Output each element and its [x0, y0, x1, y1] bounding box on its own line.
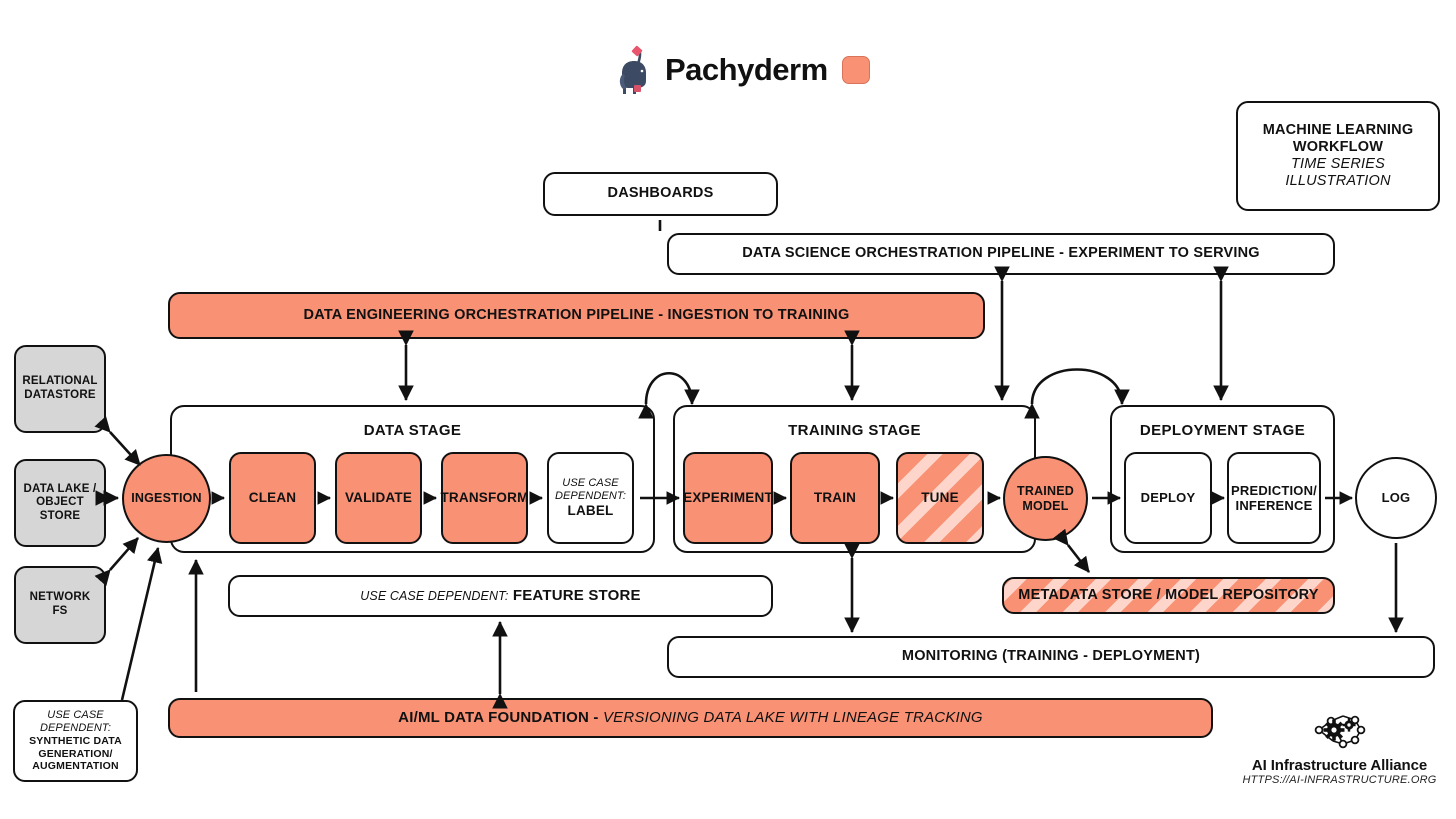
network-fs-label: NETWORK FS [29, 591, 91, 617]
data-lake-line-3: STORE [39, 509, 81, 522]
stage-node-transform[interactable]: TRANSFORM [440, 452, 529, 544]
dashboards-label: DASHBOARDS [607, 185, 714, 202]
aia-url[interactable]: HTTPS://AI-INFRASTRUCTURE.ORG [1232, 774, 1447, 786]
brand-color-chip [841, 56, 870, 84]
log-circle[interactable]: LOG [1355, 457, 1437, 539]
trained-model-line-2: MODEL [1022, 498, 1069, 513]
relational-datastore-line-2: DATASTORE [24, 389, 96, 401]
ingestion-circle[interactable]: INGESTION [122, 454, 211, 543]
foundation-italic: VERSIONING DATA LAKE WITH LINEAGE TRACKI… [602, 709, 983, 727]
prediction-line-2: INFERENCE [1235, 498, 1313, 513]
diagram-canvas: Pachyderm MACHINE LEARNING WORKFLOW TIME… [0, 0, 1456, 819]
data-science-orchestration-pipeline[interactable]: DATA SCIENCE ORCHESTRATION PIPELINE - EX… [667, 233, 1335, 275]
data-lake-line-2: OBJECT [36, 496, 84, 509]
stage-node-train[interactable]: TRAIN [790, 452, 880, 544]
dashboards-box[interactable]: DASHBOARDS [543, 172, 778, 216]
synthetic-prefix-line-1: USE CASE [47, 709, 104, 722]
arrow-relational-ingestion [94, 415, 141, 466]
validate-label: VALIDATE [344, 490, 413, 506]
source-relational-datastore[interactable]: RELATIONAL DATASTORE [14, 345, 106, 433]
title-line-2: WORKFLOW [1292, 138, 1384, 155]
elephant-icon [619, 45, 646, 94]
transform-label: TRANSFORM [440, 490, 529, 506]
source-network-fs[interactable]: NETWORK FS [14, 566, 106, 644]
arrow-networkfs-ingestion [94, 537, 139, 587]
data-foundation-bar[interactable]: AI/ML DATA FOUNDATION - VERSIONING DATA … [168, 698, 1213, 738]
synthetic-line-3: AUGMENTATION [32, 760, 119, 773]
synthetic-data-box[interactable]: USE CASE DEPENDENT: SYNTHETIC DATA GENER… [13, 700, 138, 782]
stage-node-tune[interactable]: TUNE [896, 452, 984, 544]
synthetic-line-1: SYNTHETIC DATA [29, 735, 122, 748]
trained-model-line-1: TRAINED [1017, 483, 1074, 498]
data-science-pipeline-label: DATA SCIENCE ORCHESTRATION PIPELINE - EX… [742, 245, 1260, 262]
feature-store-box[interactable]: USE CASE DEPENDENT: FEATURE STORE [228, 575, 773, 617]
metadata-store-box[interactable]: METADATA STORE / MODEL REPOSITORY [1002, 577, 1335, 614]
data-engineering-pipeline-label: DATA ENGINEERING ORCHESTRATION PIPELINE … [303, 306, 850, 323]
loop-arrow-data-training [638, 371, 700, 419]
synthetic-line-2: GENERATION/ [38, 747, 113, 760]
arrow-synthetic-ingestion [120, 546, 163, 701]
training-stage-title: TRAINING STAGE [788, 422, 921, 439]
relational-datastore-line-1: RELATIONAL [22, 375, 98, 388]
stage-node-label[interactable]: USE CASE DEPENDENT: LABEL [547, 452, 634, 544]
stage-node-experiment[interactable]: EXPERIMENT [683, 452, 773, 544]
synthetic-prefix-line-2: DEPENDENT: [39, 722, 112, 735]
label-prefix-line-2: DEPENDENT: [554, 490, 627, 503]
clean-label: CLEAN [248, 490, 297, 506]
deployment-stage-title: DEPLOYMENT STAGE [1139, 422, 1306, 439]
tune-label: TUNE [921, 490, 959, 506]
title-line-3: TIME SERIES [1290, 156, 1386, 172]
prediction-line-1: PREDICTION/ [1231, 482, 1317, 498]
aia-footer: AI Infrastructure Alliance HTTPS://AI-IN… [1232, 708, 1447, 786]
title-line-1: MACHINE LEARNING [1262, 121, 1414, 138]
stage-node-prediction-inference[interactable]: PREDICTION/ INFERENCE [1227, 452, 1321, 544]
pachyderm-logo: Pachyderm [617, 44, 870, 96]
source-data-lake-object-store[interactable]: DATA LAKE / OBJECT STORE [14, 459, 106, 547]
experiment-label: EXPERIMENT [683, 490, 773, 506]
log-label: LOG [1381, 490, 1411, 506]
stage-node-validate[interactable]: VALIDATE [335, 452, 422, 544]
network-gear-icon [1314, 715, 1365, 749]
trained-model-circle[interactable]: TRAINED MODEL [1003, 456, 1088, 541]
title-line-4: ILLUSTRATION [1285, 173, 1391, 190]
train-label: TRAIN [813, 490, 857, 506]
label-prefix-line-1: USE CASE [562, 477, 619, 490]
data-stage-title: DATA STAGE [363, 422, 462, 439]
aia-name: AI Infrastructure Alliance [1251, 757, 1428, 774]
deploy-label: DEPLOY [1140, 490, 1196, 506]
feature-store-label: FEATURE STORE [512, 587, 641, 605]
ingestion-label: INGESTION [131, 491, 202, 506]
metadata-store-label: METADATA STORE / MODEL REPOSITORY [1018, 586, 1319, 603]
data-engineering-orchestration-pipeline[interactable]: DATA ENGINEERING ORCHESTRATION PIPELINE … [168, 292, 985, 339]
arrow-trainedmodel-metadata [1052, 528, 1091, 573]
stage-node-clean[interactable]: CLEAN [229, 452, 316, 544]
monitoring-label: MONITORING (TRAINING - DEPLOYMENT) [901, 648, 1201, 665]
loop-arrow-training-deployment [1024, 368, 1130, 419]
monitoring-box[interactable]: MONITORING (TRAINING - DEPLOYMENT) [667, 636, 1435, 678]
feature-store-prefix: USE CASE DEPENDENT: [360, 589, 509, 604]
brand-name: Pachyderm [665, 52, 828, 87]
label-node-label: LABEL [567, 503, 614, 518]
title-card: MACHINE LEARNING WORKFLOW TIME SERIES IL… [1236, 101, 1440, 211]
foundation-bold: AI/ML DATA FOUNDATION - [398, 709, 599, 727]
stage-node-deploy[interactable]: DEPLOY [1124, 452, 1212, 544]
data-lake-line-1: DATA LAKE / [23, 482, 97, 495]
